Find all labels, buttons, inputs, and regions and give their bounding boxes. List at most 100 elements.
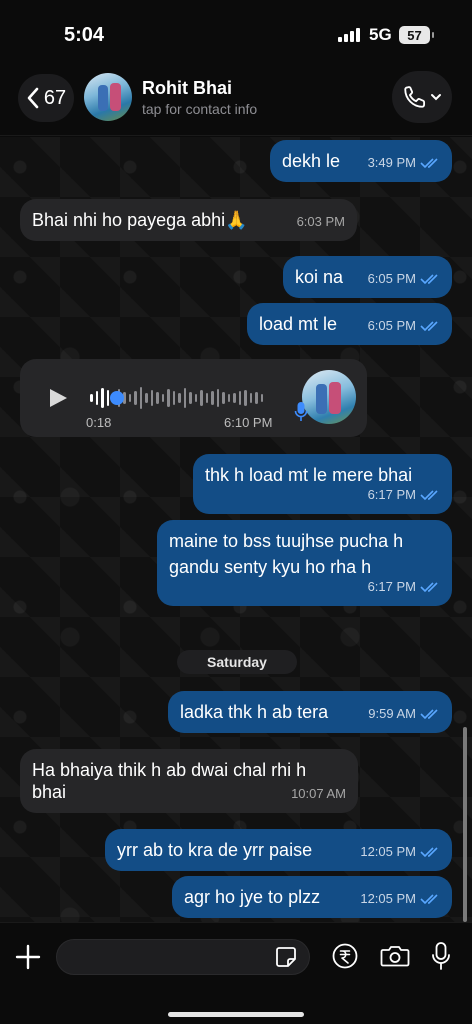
waveform-bar [156, 392, 159, 404]
double-tick-icon [420, 709, 438, 720]
play-icon[interactable] [48, 388, 68, 408]
double-tick-icon [420, 894, 438, 905]
waveform-bar [222, 392, 225, 404]
waveform-bar [189, 392, 192, 404]
waveform-bar [211, 391, 214, 405]
waveform-bar [238, 391, 241, 405]
playback-scrubber[interactable] [110, 391, 124, 405]
message-time: 6:05 PM [367, 318, 416, 333]
message-time: 10:07 AM [291, 786, 346, 801]
status-time: 5:04 [64, 24, 105, 46]
date-separator: Saturday [177, 650, 297, 674]
waveform-bar [101, 388, 104, 408]
message-time: 6:17 PM [367, 579, 416, 594]
message-text: Bhai nhi ho payega abhi🙏 [32, 210, 248, 230]
rupee-icon[interactable] [332, 943, 358, 969]
call-button[interactable] [392, 71, 452, 123]
message-text: gandu senty kyu ho rha h [169, 557, 372, 577]
message-meta: 3:49 PM [368, 150, 440, 176]
chat-area[interactable]: dekh le 3:49 PM Bhai nhi ho payega abhi🙏… [0, 137, 472, 922]
waveform-bar [145, 393, 148, 403]
waveform-bar [200, 390, 203, 406]
chevron-down-icon [431, 94, 441, 101]
message-text: koi na [295, 267, 344, 287]
waveform-bar [161, 394, 164, 402]
message-bubble[interactable]: yrr ab to kra de yrr paise 12:05 PM [105, 829, 452, 871]
message-text: bhai [32, 782, 67, 802]
message-time: 6:05 PM [367, 271, 416, 286]
sticker-icon[interactable] [275, 946, 297, 968]
message-time: 6:10 PM [224, 415, 273, 430]
voice-duration: 0:18 [86, 415, 112, 430]
message-bubble[interactable]: ladka thk h ab tera 9:59 AM [168, 691, 452, 733]
back-button[interactable]: 67 [18, 74, 74, 122]
message-text: agr ho jye to plzz [184, 887, 321, 907]
waveform-bar [178, 393, 181, 403]
camera-icon[interactable] [380, 944, 410, 968]
message-bubble[interactable]: Ha bhaiya thik h ab dwai chal rhi h bhai… [20, 749, 358, 813]
contact-avatar[interactable] [84, 73, 132, 121]
microphone-icon[interactable] [431, 941, 451, 971]
message-meta: 12:05 PM [360, 886, 440, 912]
waveform-bar [249, 393, 252, 403]
message-text: yrr ab to kra de yrr paise [117, 840, 313, 860]
message-meta: 6:17 PM [368, 574, 440, 600]
message-time: 9:59 AM [368, 706, 416, 721]
double-tick-icon [420, 490, 438, 501]
voice-message[interactable]: 0:18 6:10 PM [20, 359, 367, 437]
message-bubble[interactable]: koi na 6:05 PM [283, 256, 452, 298]
message-text: Ha bhaiya thik h ab dwai chal rhi h [32, 760, 307, 780]
message-text: maine to bss tuujhse pucha h [169, 531, 404, 551]
message-bubble[interactable]: Bhai nhi ho payega abhi🙏 6:03 PM [20, 199, 357, 241]
waveform-bar [134, 391, 137, 405]
double-tick-icon [420, 847, 438, 858]
battery-icon: 57 [399, 26, 434, 44]
message-input-field[interactable] [56, 939, 310, 975]
message-meta: 10:07 AM [291, 781, 346, 807]
message-input[interactable] [69, 946, 259, 970]
signal-icon [338, 28, 360, 42]
mic-icon [294, 402, 308, 421]
waveform-bar [95, 391, 98, 405]
waveform-bar [244, 390, 247, 406]
unread-count: 67 [43, 86, 67, 109]
message-bubble[interactable]: agr ho jye to plzz 12:05 PM [172, 876, 452, 918]
waveform-bar [183, 388, 186, 408]
message-bubble[interactable]: maine to bss tuujhse pucha h gandu senty… [157, 520, 452, 606]
waveform-bar [260, 394, 263, 402]
message-meta: 6:17 PM [368, 482, 440, 508]
waveform-bar [128, 394, 131, 402]
back-chevron-icon [27, 87, 39, 109]
waveform-bar [90, 394, 93, 402]
waveform-bar [172, 391, 175, 405]
sender-avatar [302, 370, 356, 424]
waveform-bar [205, 393, 208, 403]
message-bubble[interactable]: load mt le 6:05 PM [247, 303, 452, 345]
message-meta: 6:05 PM [368, 313, 440, 339]
message-text: load mt le [259, 314, 338, 334]
waveform-bar [227, 394, 230, 402]
waveform-bar [194, 394, 197, 402]
waveform-bar [255, 392, 258, 404]
message-meta: 6:03 PM [297, 209, 345, 235]
message-time: 12:05 PM [360, 891, 416, 906]
message-bubble[interactable]: dekh le 3:49 PM [270, 140, 452, 182]
message-meta: 9:59 AM [368, 701, 440, 727]
message-time: 6:03 PM [296, 214, 345, 229]
scrollbar[interactable] [463, 727, 467, 922]
plus-icon[interactable] [14, 943, 42, 971]
message-time: 6:17 PM [367, 487, 416, 502]
contact-subtitle[interactable]: tap for contact info [142, 101, 272, 117]
network-type: 5G [369, 25, 392, 44]
contact-name[interactable]: Rohit Bhai [142, 78, 232, 99]
message-time: 3:49 PM [367, 155, 416, 170]
waveform-bar [233, 393, 236, 403]
waveform-bar [216, 389, 219, 407]
message-meta: 6:05 PM [368, 266, 440, 292]
message-bubble[interactable]: thk h load mt le mere bhai 6:17 PM [193, 454, 452, 514]
waveform-bar [106, 390, 109, 406]
waveform-bar [150, 390, 153, 406]
double-tick-icon [420, 321, 438, 332]
message-time: 12:05 PM [360, 844, 416, 859]
double-tick-icon [420, 158, 438, 169]
